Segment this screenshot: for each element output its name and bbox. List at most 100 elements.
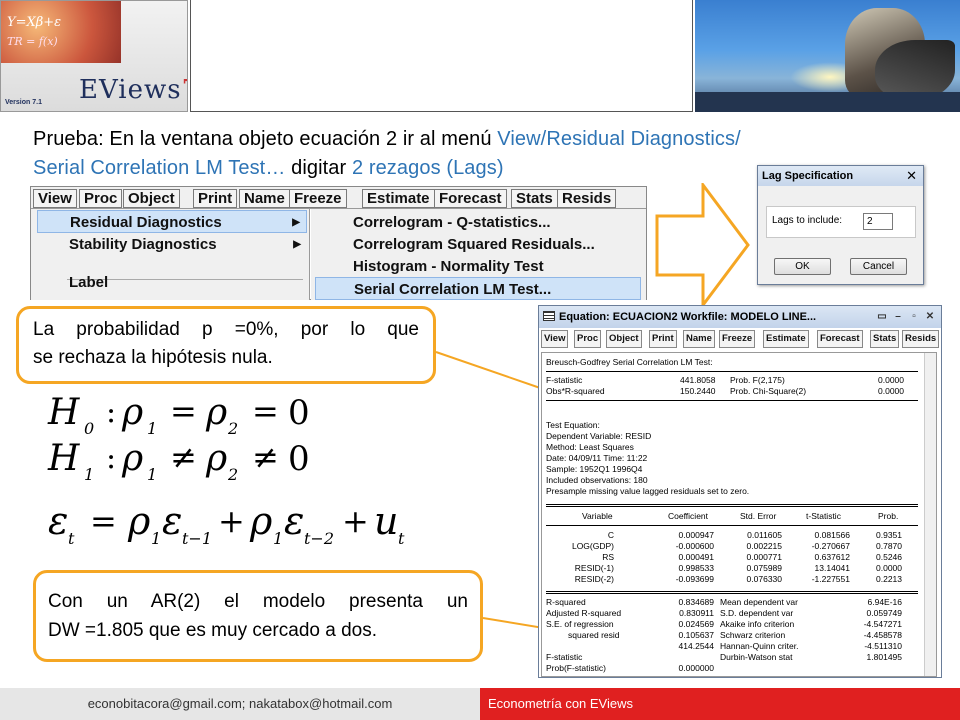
menu-name[interactable]: Name xyxy=(239,189,290,208)
logo-artwork xyxy=(1,1,121,63)
rho-2-subscript: 2 xyxy=(227,419,238,438)
null-hypothesis: H 0 : ρ 1 = ρ 2 = 0 xyxy=(47,392,310,438)
menu-stats[interactable]: Stats xyxy=(511,189,558,208)
residual-diagnostics-submenu: Correlogram - Q-statistics... Correlogra… xyxy=(311,209,646,300)
info-line: Method: Least Squares xyxy=(546,442,634,452)
close-icon[interactable]: ✕ xyxy=(906,166,917,186)
info-line: Test Equation: xyxy=(546,420,600,430)
lags-input[interactable]: 2 xyxy=(863,213,893,230)
toolbar-stats[interactable]: Stats xyxy=(870,330,900,348)
menu-freeze[interactable]: Freeze xyxy=(289,189,347,208)
epsilon-t: ε xyxy=(48,499,68,543)
rho-1: ρ xyxy=(249,499,273,543)
coef-row: RESID(-2) -0.093699 0.076330 -1.227551 0.221… xyxy=(574,574,902,584)
stats-row: R-squared 0.834689 Mean dependent var 6.94E… xyxy=(546,597,902,607)
equals-sign: = xyxy=(170,392,197,430)
subscript-t: t xyxy=(398,529,405,548)
not-equal-sign: ≠ xyxy=(170,438,197,476)
toolbar-resids[interactable]: Resids xyxy=(902,330,940,348)
h0-colon: : xyxy=(106,395,116,430)
epsilon-t-minus-1: ε xyxy=(162,499,182,543)
toolbar-forecast[interactable]: Forecast xyxy=(817,330,863,348)
equals-sign: = xyxy=(252,392,279,430)
menu-estimate[interactable]: Estimate xyxy=(362,189,435,208)
submenu-item-correlogram-q[interactable]: Correlogram - Q-statistics... xyxy=(315,211,641,234)
h1-subscript: 1 xyxy=(84,465,94,484)
submenu-item-histogram[interactable]: Histogram - Normality Test xyxy=(315,255,641,278)
toolbar-print[interactable]: Print xyxy=(649,330,677,348)
h0-subscript: 0 xyxy=(84,419,94,438)
info-line: Dependent Variable: RESID xyxy=(546,431,652,441)
equation-icon xyxy=(543,311,555,321)
menu-item-label[interactable]: Label xyxy=(37,271,307,294)
subscript-t-minus-1: t−1 xyxy=(182,529,212,548)
output-rule xyxy=(546,371,918,372)
rho-1-subscript: 1 xyxy=(273,529,283,548)
photo-ground xyxy=(695,92,960,112)
submenu-item-correlogram-squared[interactable]: Correlogram Squared Residuals... xyxy=(315,233,641,256)
callout-line: se rechaza la hipótesis nula. xyxy=(33,347,273,368)
toolbar-freeze[interactable]: Freeze xyxy=(719,330,756,348)
eviews-logo: Y=Xβ+ε TR = f(x) EViews7 Version 7.1 xyxy=(0,0,188,112)
equation-title-bar: Equation: ECUACION2 Workfile: MODELO LIN… xyxy=(539,306,941,328)
menu-item-stability-diagnostics[interactable]: Stability Diagnostics ▶ xyxy=(37,233,307,256)
logo-version: Version 7.1 xyxy=(5,99,42,106)
instruction-connector: digitar xyxy=(285,157,352,179)
test-row: Obs*R-squared 150.2440 Prob. Chi-Square(… xyxy=(546,386,904,396)
toolbar-proc[interactable]: Proc xyxy=(574,330,602,348)
submenu-arrow-icon: ▶ xyxy=(293,239,301,250)
menu-object[interactable]: Object xyxy=(123,189,180,208)
menu-forecast[interactable]: Forecast xyxy=(434,189,507,208)
h1-symbol: H xyxy=(47,438,80,479)
dialog-title-bar: Lag Specification ✕ xyxy=(758,166,923,186)
instruction-line1: Prueba: En la ventana objeto ecuación 2 … xyxy=(33,128,498,150)
stats-row: squared resid 0.105637 Schwarz criterion -4… xyxy=(568,630,902,640)
info-line: Date: 04/09/11 Time: 11:22 xyxy=(546,453,648,463)
rho-1-subscript: 1 xyxy=(147,465,157,484)
menu-print[interactable]: Print xyxy=(193,189,238,208)
cancel-button[interactable]: Cancel xyxy=(850,258,907,275)
instruction-menu-path: View/Residual Diagnostics/ xyxy=(497,128,741,150)
toolbar-object[interactable]: Object xyxy=(606,330,642,348)
menu-item-label: Stability Diagnostics xyxy=(69,236,217,253)
lag-specification-dialog: Lag Specification ✕ Lags to include: 2 O… xyxy=(757,165,924,285)
menu-item-residual-diagnostics[interactable]: Residual Diagnostics ▶ xyxy=(37,210,307,233)
instruction-lags: 2 rezagos (Lags) xyxy=(351,157,504,179)
callout-line: La probabilidad p =0%, por lo que xyxy=(33,319,419,340)
subscript-t: t xyxy=(68,529,75,548)
menu-resids[interactable]: Resids xyxy=(557,189,617,208)
toolbar-view[interactable]: View xyxy=(541,330,569,348)
toolbar-name[interactable]: Name xyxy=(683,330,715,348)
coef-row: RS 0.000491 0.000771 0.637612 0.5246 xyxy=(602,552,902,562)
equals-sign: = xyxy=(90,502,117,540)
test-row: F-statistic 441.8058 Prob. F(2,175) 0.00… xyxy=(546,375,904,385)
minimize-icon[interactable]: – xyxy=(891,310,905,324)
callout-line: Con un AR(2) el modelo presenta un xyxy=(48,591,468,612)
stats-row: S.E. of regression 0.024569 Akaike info cr… xyxy=(546,619,902,629)
toolbar-estimate[interactable]: Estimate xyxy=(763,330,809,348)
footer-contact: econobitacora@gmail.com; nakatabox@hotma… xyxy=(0,688,480,720)
plus-sign: + xyxy=(342,502,369,540)
output-rule xyxy=(546,400,918,401)
submenu-arrow-icon: ▶ xyxy=(292,217,300,228)
restore-icon[interactable]: ▭ xyxy=(875,310,889,324)
h1-colon: : xyxy=(106,441,116,476)
menu-proc[interactable]: Proc xyxy=(79,189,123,208)
footer-title: Econometría con EViews xyxy=(480,688,960,720)
stats-row: Adjusted R-squared 0.830911 S.D. dependent… xyxy=(546,608,902,618)
menubar: View Proc Object Print Name Freeze Estim… xyxy=(31,187,646,209)
equation-window: Equation: ECUACION2 Workfile: MODELO LIN… xyxy=(538,305,942,678)
maximize-icon[interactable]: ▫ xyxy=(907,310,921,324)
rho-1: ρ xyxy=(121,392,143,433)
header-photo xyxy=(695,0,960,112)
menu-view[interactable]: View xyxy=(33,189,77,208)
close-icon[interactable]: ✕ xyxy=(923,310,937,324)
vertical-scrollbar[interactable] xyxy=(924,353,936,676)
menu-screenshot: View Proc Object Print Name Freeze Estim… xyxy=(30,186,647,300)
ok-button[interactable]: OK xyxy=(774,258,831,275)
submenu-item-serial-correlation[interactable]: Serial Correlation LM Test... xyxy=(315,277,641,300)
zero: 0 xyxy=(288,439,310,479)
coef-row: RESID(-1) 0.998533 0.075989 13.14041 0.0000 xyxy=(574,563,902,573)
stats-row: Prob(F-statistic) 0.000000 xyxy=(546,663,714,673)
output-heading: Breusch-Godfrey Serial Correlation LM Te… xyxy=(546,357,713,367)
